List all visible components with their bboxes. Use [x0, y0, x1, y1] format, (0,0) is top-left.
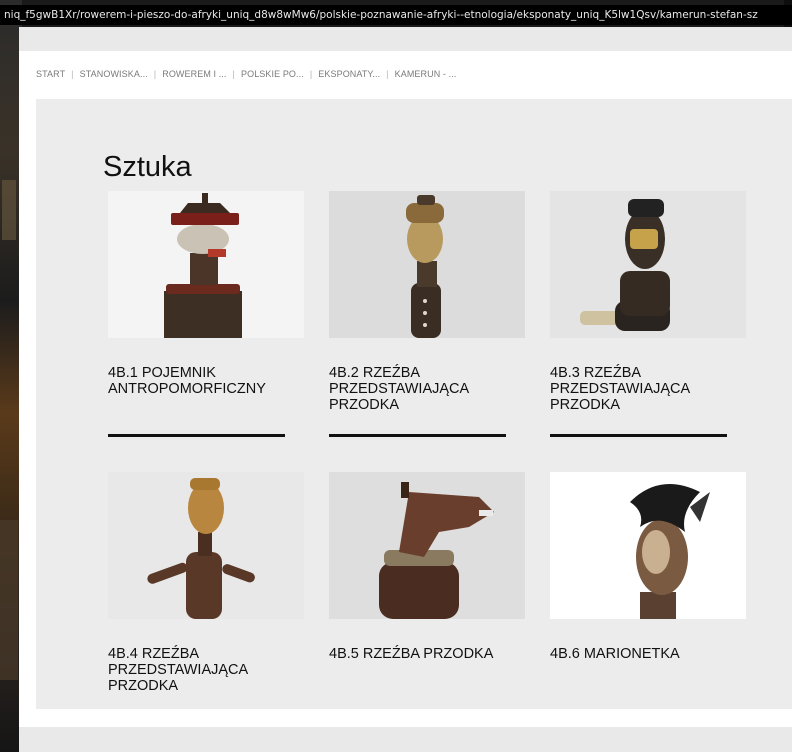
title-underline [550, 434, 727, 437]
breadcrumb-stanowiska[interactable]: STANOWISKA... [80, 69, 148, 79]
exhibit-title[interactable]: 4B.3 RZEŹBA PRZEDSTAWIAJĄCA PRZODKA [550, 365, 740, 413]
breadcrumb-kamerun[interactable]: KAMERUN - ... [395, 69, 457, 79]
ancestor-figure-image [108, 472, 304, 619]
exhibit-title[interactable]: 4B.5 RZEŹBA PRZODKA [329, 646, 519, 662]
ancestor-figure-image [329, 472, 525, 619]
exhibit-thumbnail[interactable] [329, 191, 525, 338]
breadcrumb-rowerem[interactable]: ROWEREM I ... [162, 69, 226, 79]
exhibit-card-4b4[interactable]: 4B.4 RZEŹBA PRZEDSTAWIAJĄCA PRZODKA [108, 472, 304, 694]
breadcrumb-separator: | [71, 69, 74, 79]
exhibit-thumbnail[interactable] [329, 472, 525, 619]
breadcrumb-start[interactable]: START [36, 69, 65, 79]
exhibit-card-4b3[interactable]: 4B.3 RZEŹBA PRZEDSTAWIAJĄCA PRZODKA [550, 191, 746, 437]
header-band [19, 27, 792, 51]
exhibit-title[interactable]: 4B.2 RZEŹBA PRZEDSTAWIAJĄCA PRZODKA [329, 365, 519, 413]
page: START | STANOWISKA... | ROWEREM I ... | POLSKI… [19, 27, 792, 752]
url-bar[interactable]: niq_f5gwB1Xr/rowerem-i-pieszo-do-afryki_… [0, 5, 792, 25]
breadcrumb-eksponaty[interactable]: EKSPONATY... [318, 69, 380, 79]
exhibit-thumbnail[interactable] [108, 191, 304, 338]
section-title: Sztuka [103, 151, 192, 183]
title-underline [108, 434, 285, 437]
exhibit-thumbnail[interactable] [550, 472, 746, 619]
exhibit-card-4b1[interactable]: 4B.1 POJEMNIK ANTROPOMORFICZNY [108, 191, 304, 437]
exhibit-card-4b6[interactable]: 4B.6 MARIONETKA [550, 472, 746, 662]
exhibit-card-4b2[interactable]: 4B.2 RZEŹBA PRZEDSTAWIAJĄCA PRZODKA [329, 191, 525, 437]
breadcrumb-polskie[interactable]: POLSKIE PO... [241, 69, 304, 79]
breadcrumb-separator: | [309, 69, 313, 79]
title-underline [329, 434, 506, 437]
exhibit-title[interactable]: 4B.1 POJEMNIK ANTROPOMORFICZNY [108, 365, 298, 397]
footer-band [19, 727, 792, 752]
figure-container-image [108, 191, 304, 338]
exhibit-thumbnail[interactable] [108, 472, 304, 619]
exhibit-title[interactable]: 4B.4 RZEŹBA PRZEDSTAWIAJĄCA PRZODKA [108, 646, 298, 694]
exhibit-card-4b5[interactable]: 4B.5 RZEŹBA PRZODKA [329, 472, 525, 662]
breadcrumb: START | STANOWISKA... | ROWEREM I ... | POLSKI… [36, 69, 456, 79]
breadcrumb-separator: | [386, 69, 389, 79]
content-panel: Sztuka 4B.1 POJEMNIK ANTROPOMORFICZNY 4B… [36, 99, 792, 709]
marionette-image [550, 472, 746, 619]
ancestor-figure-image [329, 191, 525, 338]
exhibit-title[interactable]: 4B.6 MARIONETKA [550, 646, 740, 662]
breadcrumb-separator: | [153, 69, 157, 79]
breadcrumb-separator: | [232, 69, 235, 79]
ancestor-figure-image [550, 191, 746, 338]
exhibit-thumbnail[interactable] [550, 191, 746, 338]
